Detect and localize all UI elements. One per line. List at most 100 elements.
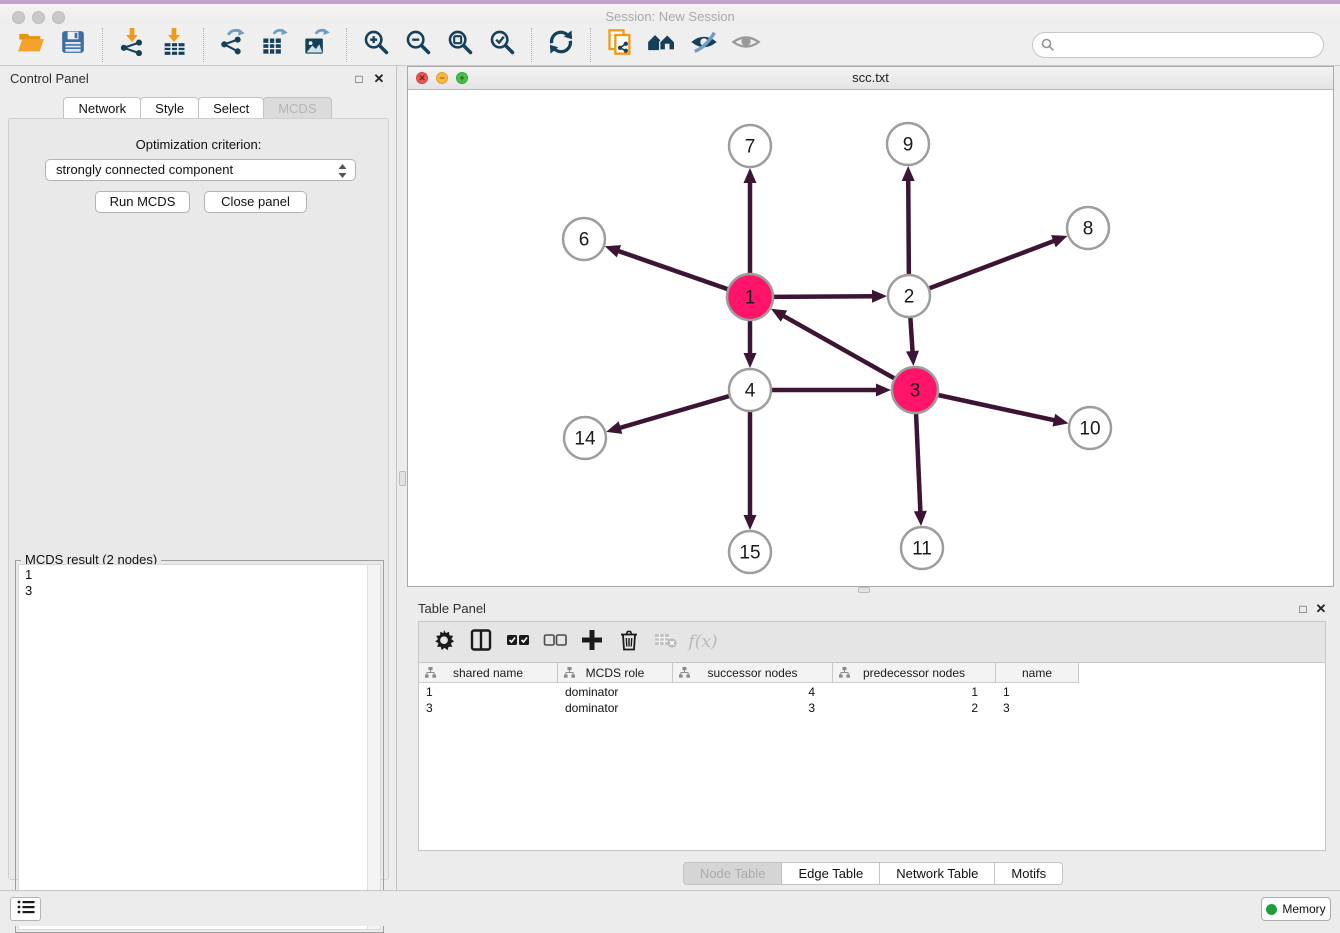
graph-node-8[interactable]: 8 xyxy=(1067,207,1109,249)
tab-style[interactable]: Style xyxy=(140,97,199,119)
edge-2-3[interactable] xyxy=(910,317,912,353)
cell-mcds-role[interactable]: dominator xyxy=(558,684,673,700)
show-graphics-details-button[interactable] xyxy=(728,28,764,62)
svg-text:8: 8 xyxy=(1083,219,1094,240)
cell-shared-name[interactable]: 1 xyxy=(419,684,558,700)
table-panel-title: Table Panel xyxy=(418,601,486,616)
cell-name[interactable]: 3 xyxy=(996,700,1079,716)
close-panel-icon[interactable]: ✕ xyxy=(372,71,386,87)
edge-1-2[interactable] xyxy=(773,296,874,297)
delete-column-button[interactable] xyxy=(612,626,646,658)
edge-3-11[interactable] xyxy=(916,413,920,513)
import-table-button[interactable] xyxy=(156,28,192,62)
table-row[interactable]: 3dominator323 xyxy=(419,700,1325,716)
close-panel-button[interactable]: Close panel xyxy=(204,191,307,213)
function-builder-button[interactable]: f(x) xyxy=(686,626,720,658)
cell-successor-nodes[interactable]: 4 xyxy=(673,684,833,700)
graph-node-9[interactable]: 9 xyxy=(887,123,929,165)
import-network-button[interactable] xyxy=(114,28,150,62)
graph-node-1[interactable]: 1 xyxy=(727,274,773,320)
network-view-titlebar[interactable]: ✕ − + scc.txt xyxy=(408,67,1333,90)
export-network-icon xyxy=(219,28,247,61)
graph-node-10[interactable]: 10 xyxy=(1069,407,1111,449)
memory-button[interactable]: Memory xyxy=(1261,897,1331,921)
edge-2-8[interactable] xyxy=(929,240,1056,288)
tab-motifs[interactable]: Motifs xyxy=(994,862,1063,885)
network-canvas[interactable]: 7 9 6 8 1 2 4 3 14 10 15 11 xyxy=(408,90,1333,586)
zoom-selected-button[interactable] xyxy=(484,28,520,62)
graph-node-3[interactable]: 3 xyxy=(892,367,938,413)
network-view-title: scc.txt xyxy=(408,67,1333,89)
cell-shared-name[interactable]: 3 xyxy=(419,700,558,716)
graph-node-15[interactable]: 15 xyxy=(729,531,771,573)
import-table-icon xyxy=(160,28,188,61)
column-header-successor-nodes[interactable]: successor nodes xyxy=(673,663,833,683)
vertical-splitter-handle[interactable] xyxy=(399,471,406,486)
export-table-button[interactable] xyxy=(257,28,293,62)
column-header-mcds-role[interactable]: MCDS role xyxy=(558,663,673,683)
task-history-button[interactable] xyxy=(10,897,41,921)
column-header-predecessor-nodes[interactable]: predecessor nodes xyxy=(833,663,996,683)
graph-node-14[interactable]: 14 xyxy=(564,417,606,459)
graph-node-7[interactable]: 7 xyxy=(729,125,771,167)
cell-name[interactable]: 1 xyxy=(996,684,1079,700)
mcds-result-area[interactable]: 1 3 xyxy=(18,564,381,930)
float-panel-icon[interactable]: □ xyxy=(1296,602,1310,616)
column-header-name[interactable]: name xyxy=(996,663,1079,683)
search-input[interactable] xyxy=(1032,32,1324,58)
zoom-out-button[interactable] xyxy=(400,28,436,62)
result-scrollbar[interactable] xyxy=(367,565,380,929)
delete-table-button[interactable] xyxy=(649,626,683,658)
tab-network-table[interactable]: Network Table xyxy=(879,862,995,885)
edge-3-1[interactable] xyxy=(782,315,895,379)
tab-node-table[interactable]: Node Table xyxy=(683,862,783,885)
horizontal-splitter-handle[interactable] xyxy=(858,587,870,593)
close-panel-icon[interactable]: ✕ xyxy=(1314,601,1328,617)
show-columns-button[interactable] xyxy=(464,626,498,658)
clone-network-button[interactable] xyxy=(602,28,638,62)
window-titlebar: Session: New Session xyxy=(0,4,1340,24)
run-mcds-button[interactable]: Run MCDS xyxy=(95,191,190,213)
zoom-out-icon xyxy=(404,28,432,61)
edge-3-10[interactable] xyxy=(937,395,1055,421)
table-row[interactable]: 1dominator411 xyxy=(419,684,1325,700)
tab-mcds[interactable]: MCDS xyxy=(263,97,331,119)
export-image-button[interactable] xyxy=(299,28,335,62)
graph-node-4[interactable]: 4 xyxy=(729,369,771,411)
export-network-button[interactable] xyxy=(215,28,251,62)
homes-icon xyxy=(647,28,677,61)
zoom-in-button[interactable] xyxy=(358,28,394,62)
float-panel-icon[interactable]: □ xyxy=(352,72,366,86)
save-session-button[interactable] xyxy=(55,28,91,62)
eye-icon xyxy=(731,28,761,61)
edge-arrowhead xyxy=(744,353,757,368)
cell-predecessor-nodes[interactable]: 2 xyxy=(833,700,996,716)
column-header-shared-name[interactable]: shared name xyxy=(419,663,558,683)
optimization-criterion-select[interactable]: strongly connected component xyxy=(45,159,356,181)
graph-node-6[interactable]: 6 xyxy=(563,218,605,260)
refresh-button[interactable] xyxy=(543,28,579,62)
graph-node-11[interactable]: 11 xyxy=(901,527,943,569)
zoom-fit-button[interactable] xyxy=(442,28,478,62)
tab-edge-table[interactable]: Edge Table xyxy=(781,862,880,885)
status-bar: Memory xyxy=(0,890,1340,926)
table-settings-button[interactable] xyxy=(427,626,461,658)
cell-mcds-role[interactable]: dominator xyxy=(558,700,673,716)
add-column-button[interactable] xyxy=(575,626,609,658)
cell-predecessor-nodes[interactable]: 1 xyxy=(833,684,996,700)
edge-4-14[interactable] xyxy=(619,396,730,428)
svg-text:3: 3 xyxy=(910,381,921,402)
select-all-button[interactable] xyxy=(501,626,535,658)
edge-2-9[interactable] xyxy=(908,179,909,275)
unselect-all-button[interactable] xyxy=(538,626,572,658)
tab-network[interactable]: Network xyxy=(63,97,141,119)
tab-select[interactable]: Select xyxy=(198,97,264,119)
open-session-button[interactable] xyxy=(13,28,49,62)
hide-graphics-details-button[interactable] xyxy=(686,28,722,62)
home-view-button[interactable] xyxy=(644,28,680,62)
edge-arrowhead xyxy=(914,511,927,526)
cell-successor-nodes[interactable]: 3 xyxy=(673,700,833,716)
graph-node-2[interactable]: 2 xyxy=(888,275,930,317)
trash-icon xyxy=(619,629,639,656)
edge-1-6[interactable] xyxy=(617,251,728,290)
